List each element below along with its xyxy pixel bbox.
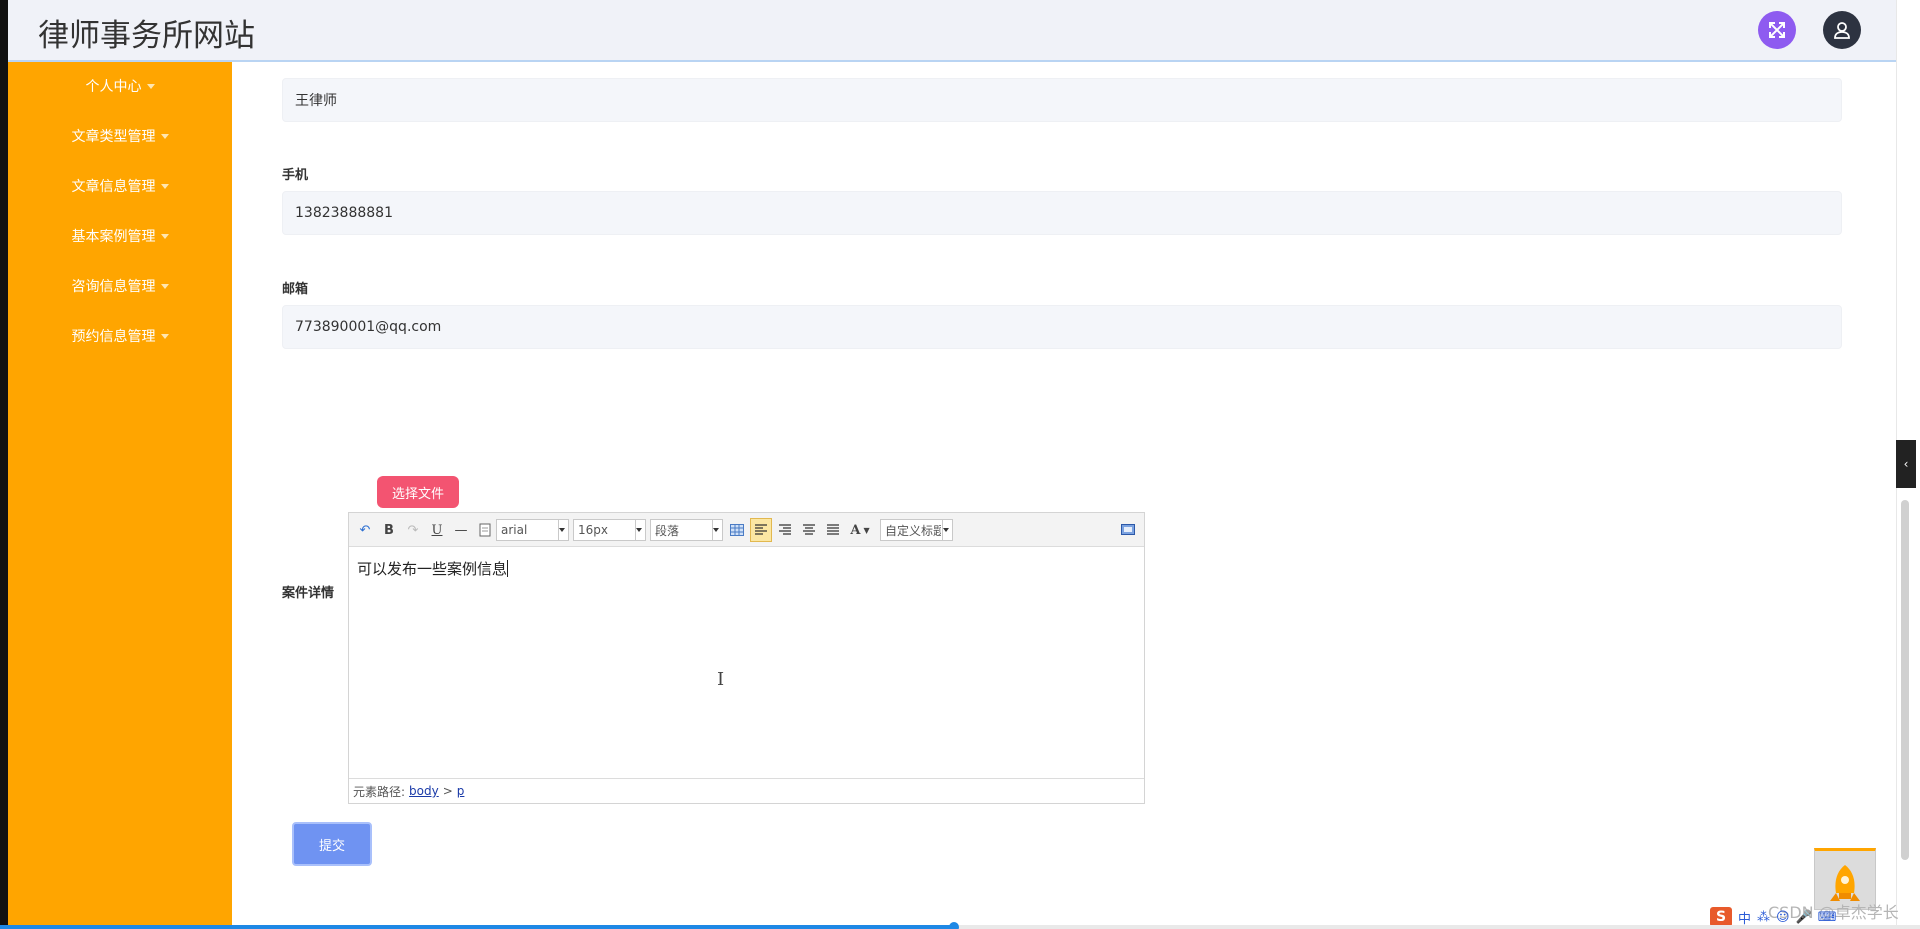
tray-emoji-icon[interactable]: ☺	[1776, 910, 1790, 925]
tray-punctuation-icon[interactable]: ⁂	[1757, 910, 1770, 925]
align-right-icon[interactable]	[775, 520, 795, 540]
user-avatar-icon	[1834, 22, 1850, 39]
paragraph-value: 段落	[655, 523, 680, 538]
editor-content-area[interactable]: 可以发布一些案例信息	[349, 548, 1144, 778]
case-detail-label: 案件详情	[282, 586, 335, 601]
font-family-value: arial	[501, 523, 528, 537]
caret-down-icon	[160, 233, 169, 239]
sidebar-item-basic-cases[interactable]: 基本案例管理	[8, 221, 232, 251]
sidebar-item-label: 文章类型管理	[71, 129, 156, 145]
phone-label: 手机	[282, 168, 309, 183]
paragraph-select[interactable]: 段落	[650, 519, 723, 541]
top-header: 律师事务所网站	[8, 0, 1896, 62]
tray-keyboard-icon[interactable]: ⌨	[1818, 910, 1837, 925]
email-input[interactable]	[282, 305, 1842, 349]
window-edge	[0, 0, 8, 929]
horizontal-rule-icon[interactable]: —	[451, 520, 471, 540]
sidebar-item-label: 咨询信息管理	[71, 279, 156, 295]
chevron-left-icon: ‹	[1903, 457, 1909, 471]
caret-down-icon	[160, 133, 169, 139]
paste-text-icon[interactable]	[475, 520, 495, 540]
sidebar-item-article-info[interactable]: 文章信息管理	[8, 171, 232, 201]
align-left-icon[interactable]	[750, 518, 772, 542]
sogou-ime-icon[interactable]: S	[1710, 907, 1732, 927]
choose-file-button[interactable]: 选择文件	[377, 476, 459, 508]
redo-icon[interactable]: ↷	[403, 520, 423, 540]
align-justify-icon[interactable]	[823, 520, 843, 540]
phone-input[interactable]	[282, 191, 1842, 235]
email-label: 邮箱	[282, 282, 309, 297]
font-color-glyph: A	[850, 522, 861, 538]
caret-down-icon	[160, 333, 169, 339]
rich-text-editor: ↶ B ↷ U — arial 16px 段落 A ▼ 自定义标题 可以发布一些…	[348, 512, 1145, 804]
bold-icon[interactable]: B	[379, 520, 399, 540]
custom-title-select[interactable]: 自定义标题	[880, 519, 953, 541]
text-cursor	[507, 560, 509, 577]
submit-button[interactable]: 提交	[292, 822, 372, 866]
dropdown-arrow-icon	[559, 528, 565, 532]
element-path-p-link[interactable]: p	[457, 784, 465, 798]
dropdown-arrow-icon	[713, 528, 719, 532]
page-load-progress	[0, 922, 1920, 929]
sidebar-item-label: 预约信息管理	[71, 329, 156, 345]
dropdown-arrow-icon	[636, 528, 642, 532]
undo-icon[interactable]: ↶	[355, 520, 375, 540]
editor-statusbar: 元素路径: body > p	[349, 778, 1144, 803]
dropdown-arrow-icon	[943, 528, 949, 532]
font-family-select[interactable]: arial	[496, 519, 569, 541]
preview-icon[interactable]	[1118, 520, 1138, 540]
fullscreen-button[interactable]	[1758, 11, 1796, 49]
sidebar-item-label: 个人中心	[85, 79, 142, 95]
caret-down-icon	[146, 83, 155, 89]
tray-microphone-icon[interactable]: 🎤	[1796, 910, 1812, 925]
progress-handle[interactable]	[949, 922, 960, 929]
user-avatar-button[interactable]	[1823, 11, 1861, 49]
align-center-icon[interactable]	[799, 520, 819, 540]
editor-toolbar: ↶ B ↷ U — arial 16px 段落 A ▼ 自定义标题	[349, 513, 1144, 547]
underline-icon[interactable]: U	[427, 520, 447, 540]
element-path-body-link[interactable]: body	[409, 784, 439, 798]
lawyer-name-input[interactable]	[282, 78, 1842, 122]
expand-arrows-icon	[1769, 22, 1785, 38]
ime-language-label[interactable]: 中	[1738, 908, 1751, 927]
sidebar-item-appointments[interactable]: 预约信息管理	[8, 321, 232, 351]
sidebar-item-label: 基本案例管理	[71, 229, 156, 245]
ibeam-cursor-icon: I	[717, 669, 725, 690]
site-title: 律师事务所网站	[38, 18, 255, 54]
scrollbar-thumb[interactable]	[1901, 500, 1909, 860]
insert-table-icon[interactable]	[727, 520, 747, 540]
custom-title-value: 自定义标题	[885, 523, 941, 538]
font-size-value: 16px	[578, 523, 608, 537]
font-size-select[interactable]: 16px	[573, 519, 646, 541]
sidebar-item-personal-center[interactable]: 个人中心	[8, 71, 232, 101]
collapse-panel-tab[interactable]: ‹	[1896, 440, 1916, 488]
main-content: 手机 邮箱 案件详情 选择文件 ↶ B ↷ U — arial 16px	[232, 62, 1896, 929]
element-path-separator: >	[442, 784, 453, 798]
editor-content-text: 可以发布一些案例信息	[357, 560, 508, 578]
element-path-label: 元素路径:	[353, 784, 406, 799]
sidebar: 个人中心 文章类型管理 文章信息管理 基本案例管理 咨询信息管理 预约信息管理	[8, 62, 232, 929]
progress-fill	[0, 925, 955, 929]
sidebar-item-label: 文章信息管理	[71, 179, 156, 195]
caret-down-icon	[160, 183, 169, 189]
sidebar-item-article-types[interactable]: 文章类型管理	[8, 121, 232, 151]
caret-down-icon	[160, 283, 169, 289]
app-frame: 律师事务所网站 个人中心 文章类型管理 文章信息管理 基本案例管理 咨询信息管理	[0, 0, 1920, 929]
font-color-icon[interactable]: A ▼	[846, 520, 874, 540]
sidebar-item-consultations[interactable]: 咨询信息管理	[8, 271, 232, 301]
